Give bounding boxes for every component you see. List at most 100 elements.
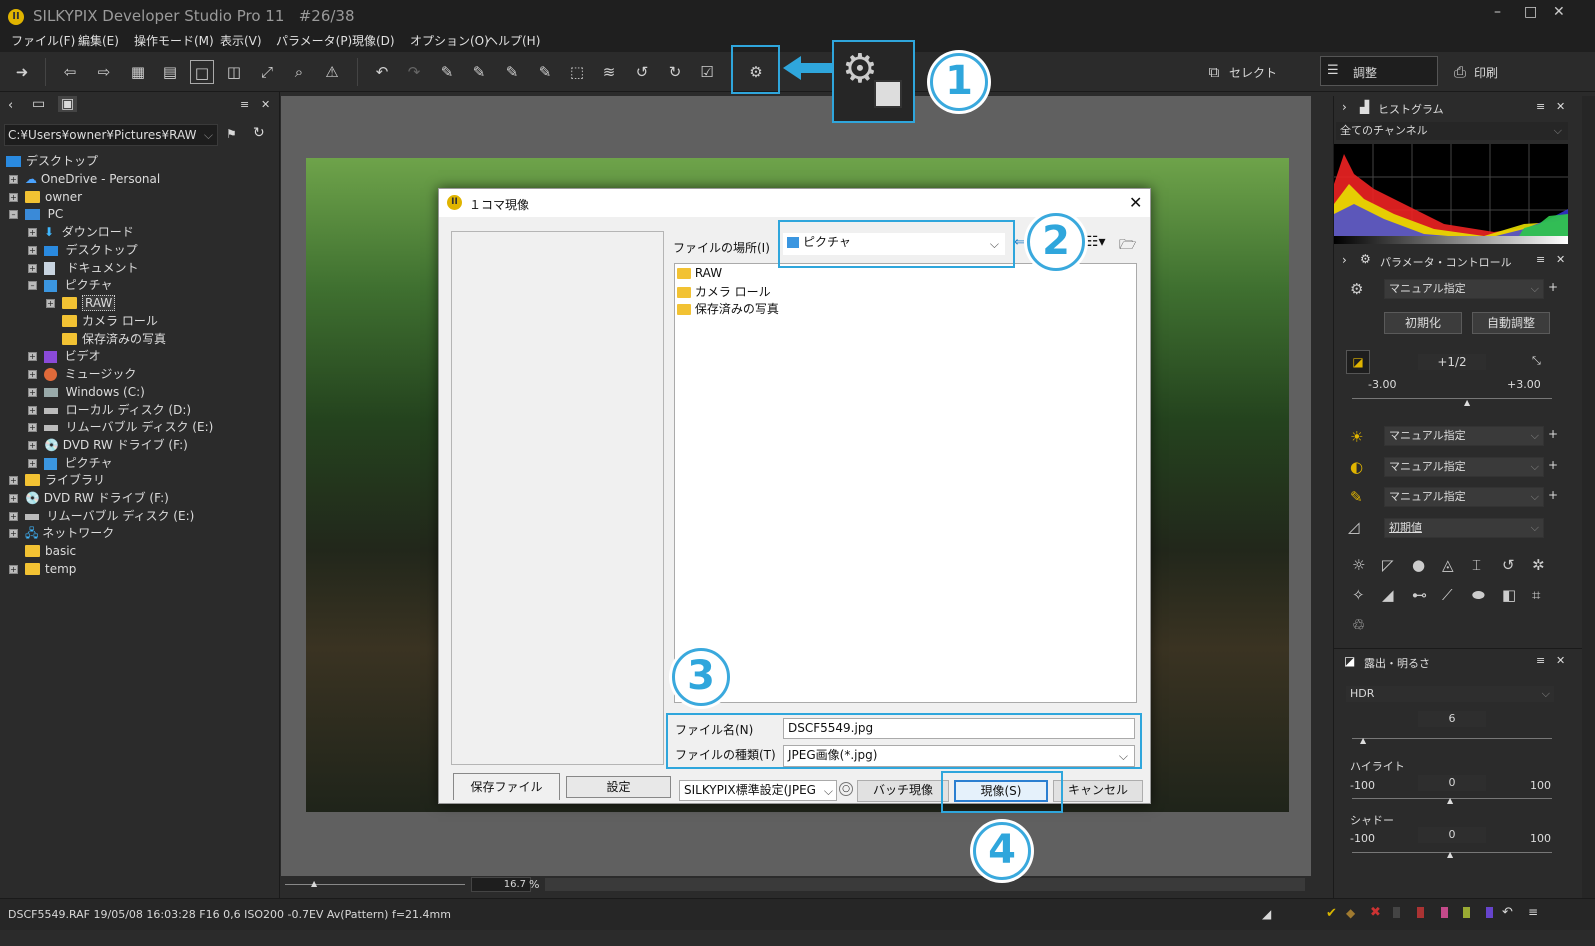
exposure-close-icon[interactable]: ✕: [1556, 654, 1565, 667]
brush-icon[interactable]: ✎: [500, 60, 524, 84]
tool-recycle-icon[interactable]: ♲: [1352, 616, 1365, 634]
zoom-slider-handle[interactable]: ▲: [311, 879, 317, 888]
file-item-saved[interactable]: 保存済みの写真: [677, 300, 779, 317]
rotate-left-icon[interactable]: ↺: [630, 60, 654, 84]
exposure-icon[interactable]: ◪: [1346, 350, 1370, 374]
minimize-icon[interactable]: –: [1494, 4, 1501, 20]
color-tag-red[interactable]: [1417, 907, 1424, 918]
tool-rotate-icon[interactable]: ↺: [1502, 556, 1515, 574]
tool-triangle-icon[interactable]: ◢: [1382, 586, 1394, 604]
menu-mode[interactable]: 操作モード(M): [134, 32, 214, 49]
adjust-mode-button[interactable]: ☰ 調整: [1320, 56, 1438, 86]
param-close-icon[interactable]: ✕: [1556, 253, 1565, 266]
collapse-left-icon[interactable]: ‹: [8, 98, 13, 113]
shadow-slider-handle[interactable]: ▲: [1447, 850, 1453, 859]
tool-sphere-icon[interactable]: ●: [1412, 556, 1425, 574]
open-folder-icon[interactable]: 🗁: [1119, 234, 1136, 258]
menu-file[interactable]: ファイル(F): [11, 32, 75, 49]
menu-view[interactable]: 表示(V): [220, 32, 262, 49]
back-icon[interactable]: ⇐: [1014, 235, 1025, 250]
tool-fill-icon[interactable]: ◬: [1442, 556, 1454, 574]
zoom-value[interactable]: 16.7: [471, 877, 531, 892]
shadow-value[interactable]: 0: [1418, 827, 1486, 843]
hdr-select[interactable]: HDR ⌵: [1346, 686, 1554, 702]
tone-add-icon[interactable]: +: [1548, 458, 1558, 472]
tool-pen-icon[interactable]: ⟋: [1442, 586, 1453, 604]
rotate-right-icon[interactable]: ↻: [663, 60, 687, 84]
tree-drive-f[interactable]: + 💿 DVD RW ドライブ (F:): [28, 436, 188, 454]
tree-videos[interactable]: + ビデオ: [28, 347, 101, 365]
tree-owner[interactable]: + owner: [9, 188, 82, 206]
tool-sparkle-icon[interactable]: ✲: [1532, 556, 1545, 574]
tree-drive-e[interactable]: + リムーバブル ディスク (E:): [28, 418, 213, 436]
tool-eraser-icon[interactable]: ⬬: [1472, 586, 1485, 604]
menu-param[interactable]: パラメータ(P): [276, 32, 352, 49]
preset-select[interactable]: SILKYPIX標準設定(JPEG ⌵: [679, 780, 837, 801]
highlight-value[interactable]: 0: [1418, 775, 1486, 791]
wb-select[interactable]: マニュアル指定 ⌵: [1384, 426, 1544, 446]
param-preset-select[interactable]: マニュアル指定 ⌵: [1384, 279, 1544, 299]
spot-icon[interactable]: ✎: [533, 60, 557, 84]
exposure-value[interactable]: +1/2: [1418, 354, 1486, 370]
close-icon[interactable]: ✕: [1553, 4, 1565, 20]
color-select[interactable]: マニュアル指定 ⌵: [1384, 487, 1544, 507]
tool-ruler-icon[interactable]: ⌶: [1472, 556, 1481, 574]
tone-select[interactable]: マニュアル指定 ⌵: [1384, 457, 1544, 477]
path-input[interactable]: C:¥Users¥owner¥Pictures¥RAW ⌵: [4, 124, 218, 146]
tree-desktop[interactable]: デスクトップ: [6, 152, 98, 170]
dialog-close-icon[interactable]: ✕: [1129, 193, 1142, 212]
tree-pictures[interactable]: – ピクチャ: [28, 276, 113, 294]
comment-icon[interactable]: ▭: [32, 96, 45, 112]
mark-ok-icon[interactable]: ✔: [1326, 906, 1337, 921]
param-add-icon[interactable]: +: [1548, 280, 1558, 294]
print-label[interactable]: 印刷: [1474, 64, 1498, 81]
mark-tag-icon[interactable]: ◆: [1346, 906, 1355, 920]
histogram-close-icon[interactable]: ✕: [1556, 100, 1565, 113]
tree-pc-desktop[interactable]: + デスクトップ: [28, 241, 138, 259]
channel-select[interactable]: 全てのチャンネル ⌵: [1336, 122, 1568, 140]
single-view-icon[interactable]: □: [190, 60, 214, 84]
tool-mask-icon[interactable]: ◧: [1502, 586, 1516, 604]
color-tag-green[interactable]: [1463, 907, 1470, 918]
tree-dvd[interactable]: + 💿 DVD RW ドライブ (F:): [9, 489, 169, 507]
color-tag-purple[interactable]: [1486, 907, 1493, 918]
tree-library[interactable]: + ライブラリ: [9, 471, 105, 489]
undo-icon[interactable]: ↶: [370, 60, 394, 84]
tool-crop-icon[interactable]: ⌗: [1532, 586, 1540, 604]
next-icon[interactable]: ⇨: [92, 60, 116, 84]
right-scrollbar[interactable]: [1582, 96, 1595, 898]
color-tag-pink[interactable]: [1441, 907, 1448, 918]
tree-saved-pictures[interactable]: 保存済みの写真: [62, 330, 166, 348]
color-tag-gray[interactable]: [1393, 907, 1400, 918]
maximize-icon[interactable]: □: [1524, 4, 1537, 20]
tree-documents[interactable]: + ドキュメント: [28, 259, 138, 277]
tool-curve-icon[interactable]: ◸: [1382, 556, 1394, 574]
color-add-icon[interactable]: +: [1548, 488, 1558, 502]
auto-adjust-button[interactable]: 自動調整: [1472, 312, 1550, 334]
exposure-menu-icon[interactable]: ≡: [1536, 654, 1545, 667]
wb-dropper-icon[interactable]: ✎: [467, 60, 491, 84]
list-view-icon[interactable]: ▤: [158, 60, 182, 84]
tree-network[interactable]: + 🖧 ネットワーク: [9, 524, 114, 542]
tree-music[interactable]: + ミュージック: [28, 365, 136, 383]
folder-tab-icon[interactable]: ▣: [58, 96, 78, 112]
grid-view-icon[interactable]: ▦: [126, 60, 150, 84]
highlight-slider-handle[interactable]: ▲: [1447, 796, 1453, 805]
refresh-icon[interactable]: ↻: [253, 125, 265, 141]
tree-removable[interactable]: + リムーバブル ディスク (E:): [9, 507, 194, 525]
tree-temp[interactable]: + temp: [9, 560, 76, 578]
select-icon[interactable]: ⧉: [1202, 60, 1226, 84]
menu-edit[interactable]: 編集(E): [78, 32, 119, 49]
tree-raw[interactable]: + RAW: [46, 294, 116, 312]
hdr-value[interactable]: 6: [1418, 711, 1486, 727]
wb-add-icon[interactable]: +: [1548, 427, 1558, 441]
panel-menu-icon[interactable]: ≡: [240, 98, 249, 111]
menu-option[interactable]: オプション(O): [410, 32, 489, 49]
exposure-auto-icon[interactable]: ⤡: [1532, 354, 1541, 368]
hdr-slider[interactable]: [1352, 738, 1552, 739]
mark-reject-icon[interactable]: ✖: [1370, 905, 1381, 920]
menu-develop[interactable]: 現像(D): [352, 32, 395, 49]
warning-icon[interactable]: ⚠: [320, 60, 344, 84]
view-menu-icon[interactable]: ☷▾: [1086, 234, 1106, 250]
check-icon[interactable]: ☑: [695, 60, 719, 84]
